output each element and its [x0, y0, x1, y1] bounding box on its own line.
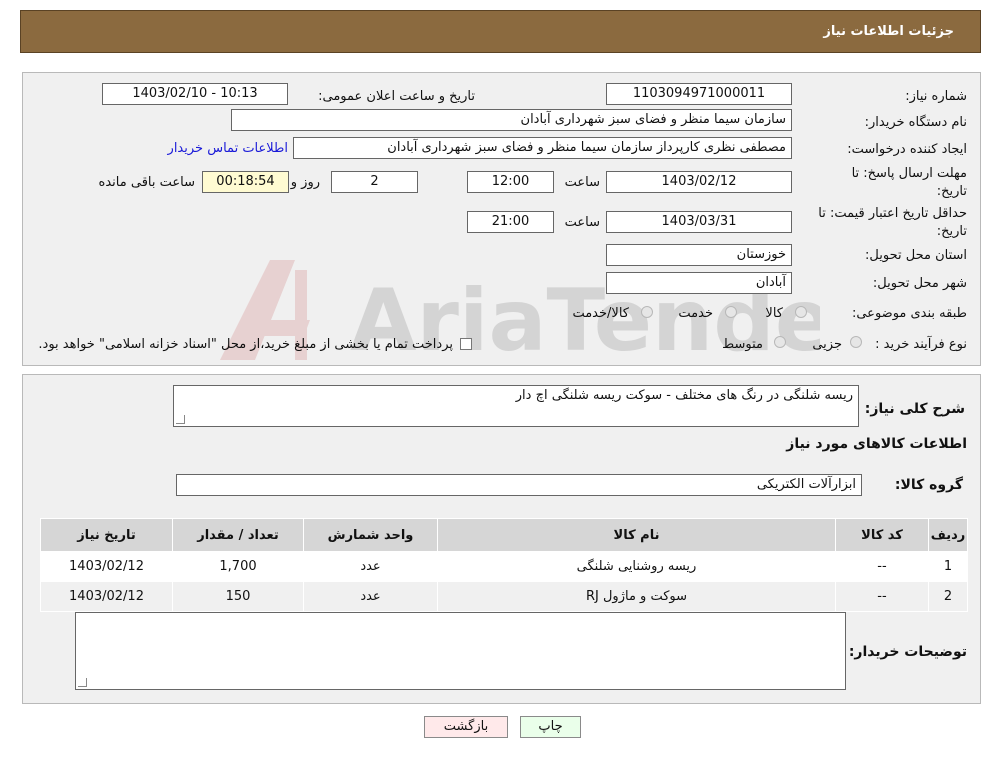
cell-date: 1403/02/12	[40, 551, 173, 582]
deadline-time-field: 12:00	[467, 171, 554, 193]
process-label: نوع فرآیند خرید :	[875, 337, 967, 352]
table-row[interactable]: 2 -- سوکت و ماژول RJ عدد 150 1403/02/12	[40, 581, 968, 612]
days-field: 2	[331, 171, 418, 193]
validity-label: حداقل تاریخ اعتبار قیمت: تا	[818, 206, 967, 221]
cell-code: --	[835, 581, 929, 612]
category-label: طبقه بندی موضوعی:	[851, 306, 967, 321]
radio-minor-label: جزیی	[812, 337, 842, 352]
radio-service-label: خدمت	[678, 306, 713, 321]
resize-grip-icon[interactable]	[78, 678, 87, 687]
table-header-row: ردیف کد کالا نام کالا واحد شمارش تعداد /…	[40, 518, 968, 552]
need-number-field: 1103094971000011	[606, 83, 792, 105]
announce-field: 1403/02/10 - 10:13	[102, 83, 288, 105]
cell-name: ریسه روشنایی شلنگی	[437, 551, 836, 582]
days-label: روز و	[290, 175, 320, 190]
col-unit-header: واحد شمارش	[303, 518, 438, 552]
validity-time-field: 21:00	[467, 211, 554, 233]
deadline-label-date: تاریخ:	[936, 184, 967, 199]
cell-date: 1403/02/12	[40, 581, 173, 612]
cell-qty: 150	[172, 581, 304, 612]
radio-goods-label: کالا	[765, 306, 783, 321]
remaining-label: ساعت باقی مانده	[98, 175, 195, 190]
page-header: جزئیات اطلاعات نیاز	[20, 10, 981, 53]
requester-field: مصطفی نظری کارپرداز سازمان سیما منظر و ف…	[293, 137, 792, 159]
description-field[interactable]: ریسه شلنگی در رنگ های مختلف - سوکت ریسه …	[173, 385, 859, 427]
back-button[interactable]: بازگشت	[424, 716, 508, 738]
need-number-label: شماره نیاز:	[905, 89, 967, 104]
col-name-header: نام کالا	[437, 518, 836, 552]
goods-section-title: اطلاعات کالاهای مورد نیاز	[786, 436, 967, 452]
buyer-org-field: سازمان سیما منظر و فضای سبز شهرداری آباد…	[231, 109, 792, 131]
province-field: خوزستان	[606, 244, 792, 266]
col-row-header: ردیف	[928, 518, 968, 552]
page-title: جزئیات اطلاعات نیاز	[823, 24, 954, 39]
radio-medium[interactable]	[774, 336, 786, 348]
validity-date-field: 1403/03/31	[606, 211, 792, 233]
cell-unit: عدد	[303, 581, 438, 612]
radio-goods[interactable]	[795, 306, 807, 318]
cell-unit: عدد	[303, 551, 438, 582]
buyer-contact-link[interactable]: اطلاعات تماس خریدار	[168, 141, 288, 156]
treasury-checkbox[interactable]	[460, 338, 472, 350]
goods-table: ردیف کد کالا نام کالا واحد شمارش تعداد /…	[40, 518, 968, 612]
cell-code: --	[835, 551, 929, 582]
remaining-timer: 00:18:54	[202, 171, 289, 193]
col-date-header: تاریخ نیاز	[40, 518, 173, 552]
goods-group-label: گروه کالا:	[894, 477, 963, 493]
city-field: آبادان	[606, 272, 792, 294]
print-button[interactable]: چاپ	[520, 716, 581, 738]
radio-minor[interactable]	[850, 336, 862, 348]
description-label: شرح کلی نیاز:	[864, 401, 965, 417]
cell-row: 1	[928, 551, 968, 582]
city-label: شهر محل تحویل:	[872, 276, 967, 291]
buyer-notes-field[interactable]	[75, 612, 846, 690]
buyer-notes-label: توضیحات خریدار:	[848, 644, 967, 660]
requester-label: ایجاد کننده درخواست:	[847, 142, 967, 157]
process-note: پرداخت تمام یا بخشی از مبلغ خرید،از محل …	[38, 337, 453, 352]
radio-goods-service[interactable]	[641, 306, 653, 318]
validity-label-date: تاریخ:	[936, 224, 967, 239]
col-code-header: کد کالا	[835, 518, 929, 552]
goods-group-field: ابزارآلات الکتریکی	[176, 474, 862, 496]
radio-goods-service-label: کالا/خدمت	[572, 306, 629, 321]
cell-row: 2	[928, 581, 968, 612]
buyer-org-label: نام دستگاه خریدار:	[864, 115, 967, 130]
announce-label: تاریخ و ساعت اعلان عمومی:	[318, 89, 475, 104]
deadline-time-label: ساعت	[564, 175, 600, 190]
resize-grip-icon[interactable]	[176, 415, 185, 424]
province-label: استان محل تحویل:	[865, 248, 967, 263]
col-qty-header: تعداد / مقدار	[172, 518, 304, 552]
deadline-label: مهلت ارسال پاسخ: تا	[851, 166, 967, 181]
table-row[interactable]: 1 -- ریسه روشنایی شلنگی عدد 1,700 1403/0…	[40, 551, 968, 582]
validity-time-label: ساعت	[564, 215, 600, 230]
radio-medium-label: متوسط	[722, 337, 763, 352]
cell-name: سوکت و ماژول RJ	[437, 581, 836, 612]
cell-qty: 1,700	[172, 551, 304, 582]
radio-service[interactable]	[725, 306, 737, 318]
deadline-date-field: 1403/02/12	[606, 171, 792, 193]
